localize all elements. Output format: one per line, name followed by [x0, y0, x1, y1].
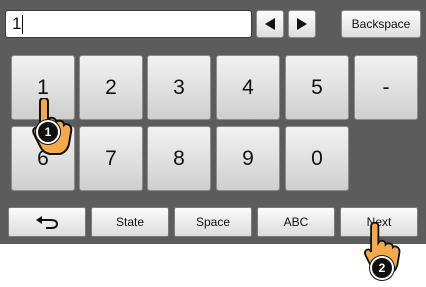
key-8[interactable]: 8 [147, 126, 211, 191]
state-button[interactable]: State [91, 207, 169, 237]
key-label: 0 [311, 146, 323, 170]
callout-number: 2 [378, 261, 386, 275]
cursor-right-button[interactable] [288, 10, 316, 38]
step-1-callout: 1 [36, 120, 60, 144]
step-2-callout: 2 [370, 256, 394, 280]
backspace-label: Backspace [351, 17, 411, 31]
key-minus[interactable]: - [354, 55, 418, 120]
return-button[interactable] [8, 207, 86, 237]
key-5[interactable]: 5 [285, 55, 349, 120]
abc-button[interactable]: ABC [257, 207, 335, 237]
space-button[interactable]: Space [174, 207, 252, 237]
space-label: Space [195, 215, 231, 229]
entry-field-value: 1 [12, 14, 22, 33]
backspace-button[interactable]: Backspace [341, 10, 421, 38]
key-label: - [382, 75, 390, 99]
abc-label: ABC [283, 215, 309, 229]
key-7[interactable]: 7 [79, 126, 143, 191]
key-label: 5 [311, 75, 323, 99]
key-2[interactable]: 2 [79, 55, 143, 120]
key-label: 2 [105, 75, 117, 99]
key-label: 4 [242, 75, 254, 99]
left-arrow-icon [265, 18, 275, 30]
return-arrow-icon [36, 216, 59, 229]
key-label: 3 [173, 75, 185, 99]
state-label: State [115, 215, 145, 229]
callout-number: 1 [44, 125, 52, 139]
text-caret [22, 14, 24, 34]
key-label: 1 [37, 75, 49, 99]
entry-field[interactable]: 1 [5, 10, 252, 38]
cursor-left-button[interactable] [256, 10, 284, 38]
key-0[interactable]: 0 [285, 126, 349, 191]
key-label: 8 [173, 146, 185, 170]
key-4[interactable]: 4 [216, 55, 280, 120]
key-9[interactable]: 9 [216, 126, 280, 191]
key-3[interactable]: 3 [147, 55, 211, 120]
key-label: 9 [242, 146, 254, 170]
right-arrow-icon [297, 18, 307, 30]
key-label: 7 [105, 146, 117, 170]
